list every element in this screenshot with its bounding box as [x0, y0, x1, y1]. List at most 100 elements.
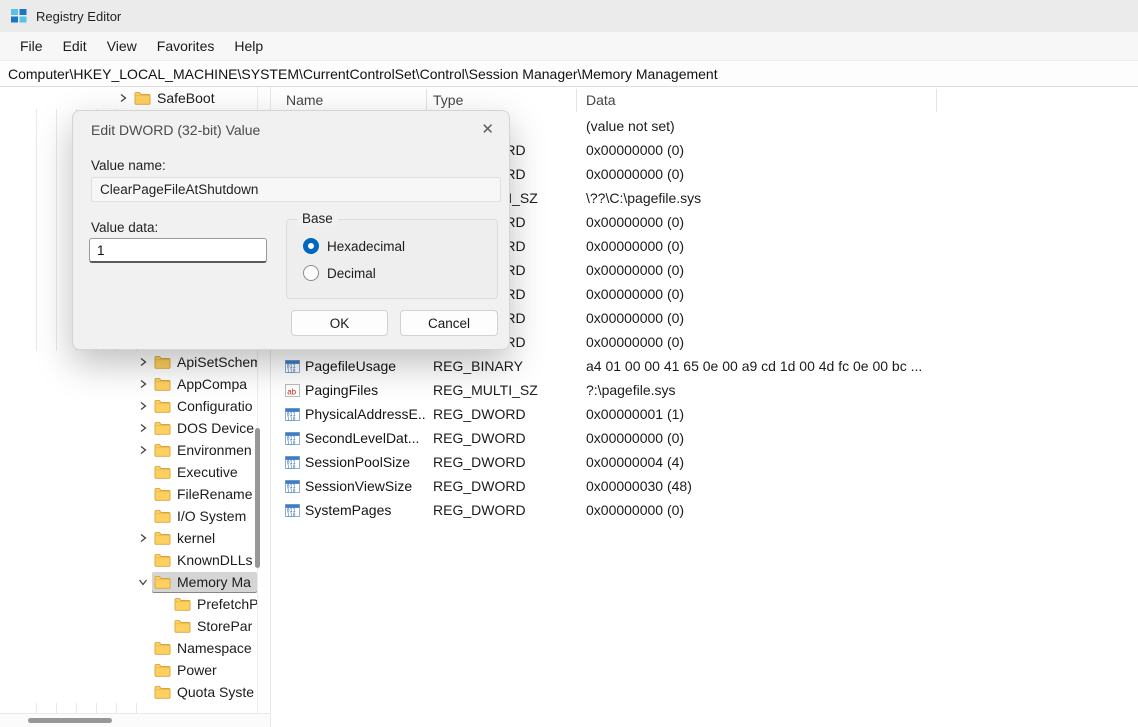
tree-node[interactable]: SafeBoot: [132, 88, 221, 108]
value-name-cell: 011110SessionViewSize: [285, 474, 425, 498]
tree-node[interactable]: ApiSetSchem: [152, 352, 258, 372]
binary-value-icon: 011110: [285, 431, 300, 446]
value-data-input[interactable]: [89, 238, 267, 263]
menu-favorites[interactable]: Favorites: [147, 32, 225, 60]
tree-item-i-o-system[interactable]: I/O System: [0, 505, 258, 527]
chevron-right-icon[interactable]: [134, 443, 152, 457]
svg-text:110: 110: [287, 416, 296, 422]
value-data-cell: 0x00000000 (0): [586, 162, 684, 186]
tree-vertical-scrollbar-thumb[interactable]: [255, 428, 260, 568]
list-row-sessionpoolsize[interactable]: 011110SessionPoolSizeREG_DWORD0x00000004…: [271, 450, 1138, 474]
tree-item-storepar[interactable]: StorePar: [0, 615, 258, 637]
tree-item-label: Environmen: [177, 442, 252, 458]
value-data-label: Value data:: [91, 220, 158, 235]
radio-selected-icon[interactable]: [303, 238, 319, 254]
chevron-right-icon[interactable]: [134, 421, 152, 435]
registry-editor-window: Registry Editor File Edit View Favorites…: [0, 0, 1138, 727]
chevron-right-icon[interactable]: [114, 91, 132, 105]
chevron-right-icon[interactable]: [134, 377, 152, 391]
value-data-cell: 0x00000000 (0): [586, 258, 684, 282]
tree-item-quota-syste[interactable]: Quota Syste: [0, 681, 258, 703]
menu-file[interactable]: File: [10, 32, 53, 60]
tree-item-appcompa[interactable]: AppCompa: [0, 373, 258, 395]
tree-item-power[interactable]: Power: [0, 659, 258, 681]
folder-icon: [154, 399, 172, 413]
value-name-text: PhysicalAddressE...: [305, 402, 425, 426]
folder-icon: [154, 531, 172, 545]
tree-item-environmen[interactable]: Environmen: [0, 439, 258, 461]
folder-icon: [154, 663, 172, 677]
chevron-right-icon[interactable]: [134, 355, 152, 369]
cancel-button[interactable]: Cancel: [400, 310, 498, 336]
tree-horizontal-scrollbar-thumb[interactable]: [28, 718, 112, 723]
tree-node[interactable]: PrefetchP: [172, 594, 258, 614]
folder-icon: [154, 465, 172, 479]
tree-node[interactable]: Executive: [152, 462, 244, 482]
tree-item-label: DOS Device: [177, 420, 254, 436]
titlebar[interactable]: Registry Editor: [0, 0, 1138, 32]
value-type-cell: REG_BINARY: [433, 354, 523, 378]
tree-item-memory-ma[interactable]: Memory Ma: [0, 571, 258, 593]
menubar: File Edit View Favorites Help: [0, 32, 1138, 61]
list-row-pagefileusage[interactable]: 011110PagefileUsageREG_BINARYa4 01 00 00…: [271, 354, 1138, 378]
folder-icon: [134, 91, 152, 105]
radio-unselected-icon[interactable]: [303, 265, 319, 281]
tree-item-dos-device[interactable]: DOS Device: [0, 417, 258, 439]
value-name-cell: 011110 SessionPoolSize: [285, 450, 425, 474]
menu-edit[interactable]: Edit: [53, 32, 97, 60]
tree-node[interactable]: AppCompa: [152, 374, 253, 394]
tree-item-apisetschem[interactable]: ApiSetSchem: [0, 351, 258, 373]
string-value-icon: ab: [285, 383, 300, 398]
radio-hexadecimal[interactable]: Hexadecimal: [303, 236, 405, 256]
tree-node[interactable]: FileRename: [152, 484, 258, 504]
value-data-cell: 0x00000030 (48): [586, 474, 692, 498]
tree-node[interactable]: Power: [152, 660, 223, 680]
ok-button[interactable]: OK: [291, 310, 388, 336]
chevron-right-icon[interactable]: [134, 531, 152, 545]
binary-value-icon: 011110: [285, 359, 300, 374]
tree-node[interactable]: DOS Device: [152, 418, 258, 438]
folder-icon: [174, 619, 192, 633]
tree-item-namespace[interactable]: Namespace: [0, 637, 258, 659]
tree-item-executive[interactable]: Executive: [0, 461, 258, 483]
tree-node[interactable]: I/O System: [152, 506, 252, 526]
value-name-text: SecondLevelDat...: [305, 426, 419, 450]
tree-item-configuratio[interactable]: Configuratio: [0, 395, 258, 417]
addressbar[interactable]: Computer\HKEY_LOCAL_MACHINE\SYSTEM\Curre…: [0, 62, 1138, 87]
radio-decimal-label: Decimal: [327, 266, 376, 281]
tree-node[interactable]: Memory Ma: [152, 572, 257, 592]
tree-node[interactable]: Environmen: [152, 440, 258, 460]
tree-item-safeboot[interactable]: SafeBoot: [0, 87, 258, 109]
menu-help[interactable]: Help: [224, 32, 273, 60]
list-row-systempages[interactable]: 011110SystemPagesREG_DWORD0x00000000 (0): [271, 498, 1138, 522]
close-icon[interactable]: ✕: [481, 120, 494, 138]
tree-node[interactable]: KnownDLLs: [152, 550, 258, 570]
svg-text:110: 110: [287, 368, 296, 374]
value-name-input[interactable]: [91, 177, 501, 202]
tree-item-label: SafeBoot: [157, 90, 215, 106]
list-row-secondleveldat[interactable]: 011110SecondLevelDat...REG_DWORD0x000000…: [271, 426, 1138, 450]
tree-node[interactable]: kernel: [152, 528, 221, 548]
tree-item-knowndlls[interactable]: KnownDLLs: [0, 549, 258, 571]
tree-item-prefetchp[interactable]: PrefetchP: [0, 593, 258, 615]
list-row-physicaladdresse[interactable]: 011110PhysicalAddressE...REG_DWORD0x0000…: [271, 402, 1138, 426]
value-name-text: SessionViewSize: [305, 474, 412, 498]
value-data-cell: 0x00000000 (0): [586, 498, 684, 522]
tree-node[interactable]: Namespace: [152, 638, 258, 658]
tree-item-filerename[interactable]: FileRename: [0, 483, 258, 505]
tree-node[interactable]: Quota Syste: [152, 682, 258, 702]
tree-node[interactable]: Configuratio: [152, 396, 258, 416]
tree-item-label: PrefetchP: [197, 596, 258, 612]
binary-value-icon: 011110: [285, 455, 300, 470]
menu-view[interactable]: View: [97, 32, 147, 60]
list-row-pagingfiles[interactable]: abPagingFilesREG_MULTI_SZ?:\pagefile.sys: [271, 378, 1138, 402]
tree-item-kernel[interactable]: kernel: [0, 527, 258, 549]
value-name-text: SessionPoolSize: [305, 450, 410, 474]
list-row-sessionviewsize[interactable]: 011110SessionViewSize REG_DWORD 0x00000030…: [271, 474, 1138, 498]
chevron-right-icon[interactable]: [134, 399, 152, 413]
value-name-cell: 011110PagefileUsage: [285, 354, 425, 378]
value-type-cell: REG_DWORD: [433, 474, 526, 498]
radio-decimal[interactable]: Decimal: [303, 263, 376, 283]
chevron-down-icon[interactable]: [134, 575, 152, 589]
tree-node[interactable]: StorePar: [172, 616, 258, 636]
